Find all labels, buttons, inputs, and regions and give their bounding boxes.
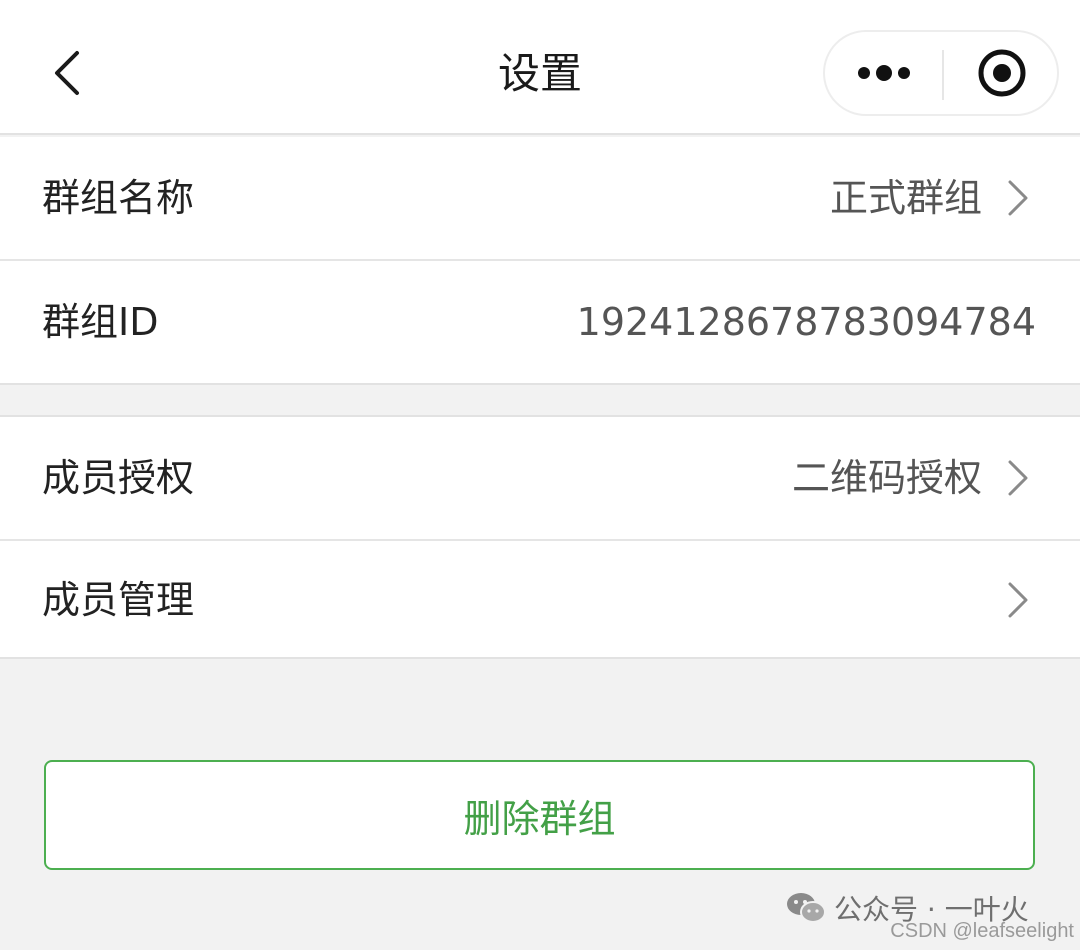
member-auth-cell[interactable]: 成员授权 二维码授权 [0,417,1080,539]
group-id-label: 群组ID [42,300,159,344]
chevron-right-icon [1004,178,1032,218]
target-close-icon [978,49,1025,97]
group-id-value: 1924128678783094784 [576,300,1036,344]
delete-group-button[interactable]: 删除群组 [44,760,1035,870]
settings-page: 设置 群组名称 正式群组 群组ID 1924128678783094784 成员… [0,0,1080,950]
member-manage-cell[interactable]: 成员管理 [0,539,1080,661]
more-dots-icon [857,65,910,81]
chevron-right-icon [1004,458,1032,498]
group-id-cell: 群组ID 1924128678783094784 [0,261,1080,383]
csdn-watermark: CSDN @leafseelight [890,920,1074,942]
group-name-cell[interactable]: 群组名称 正式群组 [0,137,1080,259]
member-auth-label: 成员授权 [42,456,195,500]
group-name-label: 群组名称 [42,176,195,220]
navigation-bar: 设置 [0,0,1080,135]
chevron-right-icon [1004,580,1032,620]
member-auth-value: 二维码授权 [791,456,982,500]
mini-program-capsule [823,30,1059,116]
member-manage-label: 成员管理 [42,578,195,622]
close-mini-program-button[interactable] [944,32,1059,114]
member-section: 成员授权 二维码授权 成员管理 [0,415,1080,659]
more-menu-button[interactable] [825,32,942,114]
wechat-icon [787,893,826,923]
group-info-section: 群组名称 正式群组 群组ID 1924128678783094784 [0,137,1080,385]
group-name-value: 正式群组 [829,176,982,220]
